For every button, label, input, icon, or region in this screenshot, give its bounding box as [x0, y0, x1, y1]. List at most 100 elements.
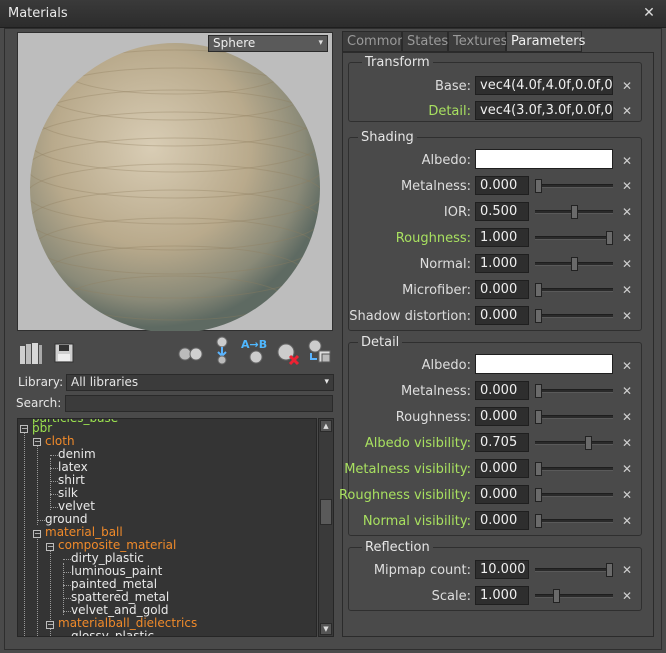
- preview-sphere: [30, 43, 320, 331]
- shading-param-slider-thumb[interactable]: [535, 283, 542, 297]
- tree-scrollbar[interactable]: ▲ ▼: [318, 418, 334, 637]
- detail-param-value-input[interactable]: 0.000: [475, 381, 529, 400]
- shading-param-slider[interactable]: [535, 314, 613, 318]
- reflection-param-label: Scale:: [431, 589, 471, 604]
- shading-param-label: IOR:: [443, 205, 471, 220]
- shading-param-slider-thumb[interactable]: [571, 257, 578, 271]
- collapse-icon[interactable]: −: [33, 530, 41, 538]
- reflection-param-slider[interactable]: [535, 568, 613, 572]
- reflection-param-slider-thumb[interactable]: [606, 563, 613, 577]
- base-input[interactable]: vec4(4.0f,4.0f,0.0f,0.0f): [475, 76, 613, 95]
- download-sphere-icon[interactable]: [209, 336, 235, 365]
- close-icon[interactable]: ✕: [642, 6, 656, 20]
- detail-param-slider-thumb[interactable]: [585, 436, 592, 450]
- reflection-param-value-input[interactable]: 1.000: [475, 586, 529, 605]
- shading-param-slider[interactable]: [535, 184, 613, 188]
- reset-icon[interactable]: ✕: [621, 180, 633, 192]
- tree-item-glossy-plastic[interactable]: glossy_plastic: [71, 630, 154, 637]
- tab-common[interactable]: Common: [342, 31, 406, 52]
- reset-icon[interactable]: ✕: [621, 385, 633, 397]
- reflection-param-value-input[interactable]: 10.000: [475, 560, 529, 579]
- delete-sphere-icon[interactable]: [275, 340, 301, 366]
- reset-icon[interactable]: ✕: [621, 284, 633, 296]
- shading-param-value-input[interactable]: 1.000: [475, 228, 529, 247]
- shading-param-slider-thumb[interactable]: [535, 179, 542, 193]
- reset-icon[interactable]: ✕: [621, 232, 633, 244]
- search-input[interactable]: [65, 395, 333, 412]
- detail-param-value-input[interactable]: 0.000: [475, 407, 529, 426]
- search-row: Search:: [16, 395, 334, 413]
- reset-icon[interactable]: ✕: [621, 105, 633, 117]
- detail-param-label: Normal visibility:: [362, 514, 471, 529]
- shading-albedo-label: Albedo:: [421, 153, 471, 168]
- collapse-icon[interactable]: −: [46, 621, 54, 629]
- shading-param-slider-thumb[interactable]: [606, 231, 613, 245]
- reset-icon[interactable]: ✕: [621, 590, 633, 602]
- tree-guide: [37, 445, 38, 525]
- shading-param-value-input[interactable]: 0.000: [475, 176, 529, 195]
- reset-icon[interactable]: ✕: [621, 206, 633, 218]
- reset-icon[interactable]: ✕: [621, 437, 633, 449]
- detail-param-value-input[interactable]: 0.000: [475, 459, 529, 478]
- reflection-param-slider-thumb[interactable]: [553, 589, 560, 603]
- detail-param-slider[interactable]: [535, 493, 613, 497]
- collapse-icon[interactable]: −: [33, 438, 41, 446]
- material-tree[interactable]: particles_base − pbr − cloth denim latex…: [17, 418, 317, 637]
- detail-param-value-input[interactable]: 0.705: [475, 433, 529, 452]
- collapse-icon[interactable]: −: [46, 543, 54, 551]
- tree-branch: [37, 520, 45, 521]
- shading-param-slider-thumb[interactable]: [571, 205, 578, 219]
- reset-icon[interactable]: ✕: [621, 258, 633, 270]
- detail-param-slider-thumb[interactable]: [535, 410, 542, 424]
- detail-param-slider-thumb[interactable]: [535, 488, 542, 502]
- detail-param-value-input[interactable]: 0.000: [475, 485, 529, 504]
- scroll-down-icon[interactable]: ▼: [320, 623, 332, 635]
- tree-branch: [50, 455, 58, 456]
- spheres-icon[interactable]: [177, 340, 203, 366]
- detail-param-slider[interactable]: [535, 415, 613, 419]
- detail-param-slider-thumb[interactable]: [535, 514, 542, 528]
- detail-input[interactable]: vec4(3.0f,3.0f,0.0f,0.0f): [475, 101, 613, 120]
- reset-icon[interactable]: ✕: [621, 515, 633, 527]
- scroll-thumb[interactable]: [320, 499, 332, 525]
- scroll-up-icon[interactable]: ▲: [320, 420, 332, 432]
- detail-param-slider-thumb[interactable]: [535, 462, 542, 476]
- reflection-param-slider[interactable]: [535, 594, 613, 598]
- detail-param-slider[interactable]: [535, 519, 613, 523]
- shading-param-slider-thumb[interactable]: [535, 309, 542, 323]
- shading-param-slider[interactable]: [535, 236, 613, 240]
- shading-param-slider[interactable]: [535, 288, 613, 292]
- detail-albedo-swatch[interactable]: [475, 354, 613, 374]
- detail-param-slider[interactable]: [535, 467, 613, 471]
- detail-param-slider[interactable]: [535, 441, 613, 445]
- reset-icon[interactable]: ✕: [621, 360, 633, 372]
- shading-param-value-input[interactable]: 0.500: [475, 202, 529, 221]
- reset-icon[interactable]: ✕: [621, 411, 633, 423]
- reset-icon[interactable]: ✕: [621, 310, 633, 322]
- preview-shape-select[interactable]: Sphere ▾: [208, 35, 328, 52]
- reset-icon[interactable]: ✕: [621, 564, 633, 576]
- shading-albedo-swatch[interactable]: [475, 149, 613, 169]
- tab-states[interactable]: States: [402, 31, 448, 52]
- reset-icon[interactable]: ✕: [621, 489, 633, 501]
- detail-param-value-input[interactable]: 0.000: [475, 511, 529, 530]
- tab-textures[interactable]: Textures: [448, 31, 507, 52]
- library-value: All libraries: [71, 375, 139, 389]
- collapse-icon[interactable]: −: [20, 425, 28, 433]
- tab-parameters[interactable]: Parameters: [506, 31, 585, 52]
- copy-sphere-icon[interactable]: [305, 338, 331, 364]
- reset-icon[interactable]: ✕: [621, 463, 633, 475]
- detail-param-slider-thumb[interactable]: [535, 384, 542, 398]
- shading-param-row: Microfiber:: [350, 280, 471, 302]
- shading-param-value-input[interactable]: 1.000: [475, 254, 529, 273]
- reset-icon[interactable]: ✕: [621, 155, 633, 167]
- library-select[interactable]: All libraries ▾: [66, 374, 334, 391]
- shading-param-value-input[interactable]: 0.000: [475, 306, 529, 325]
- assign-ab-icon[interactable]: A→B: [240, 338, 270, 364]
- reset-icon[interactable]: ✕: [621, 80, 633, 92]
- detail-param-slider[interactable]: [535, 389, 613, 393]
- shading-param-value-input[interactable]: 0.000: [475, 280, 529, 299]
- save-icon[interactable]: [51, 340, 77, 366]
- reflection-param-row: Scale:: [350, 586, 471, 608]
- library-books-icon[interactable]: [18, 340, 44, 366]
